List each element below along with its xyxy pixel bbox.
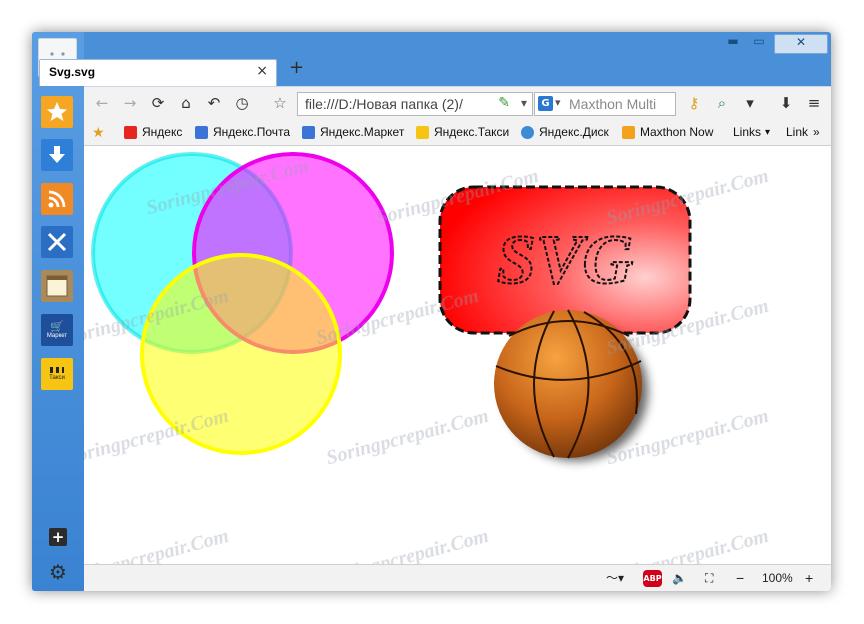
bookmark-maxthon-now[interactable]: Maxthon Now — [622, 124, 713, 140]
maxthon-now-icon — [622, 125, 635, 139]
status-bar: 〜▾ ABP 🔈 ⛶ − 100% + — [84, 564, 831, 591]
bookmark-label: Яндекс.Почта — [213, 125, 291, 139]
minimize-button[interactable]: ▬ — [722, 34, 744, 52]
reload-icon[interactable]: ⟳ — [148, 93, 168, 113]
favorites-button[interactable] — [41, 96, 73, 128]
url-dropdown-icon[interactable]: ▾ — [521, 96, 527, 110]
activity-monitor-icon[interactable]: 〜▾ — [606, 570, 624, 586]
bookmarks-overflow-icon[interactable]: » — [813, 124, 820, 140]
notes-button[interactable] — [41, 270, 73, 302]
bookmark-label: Яндекс.Маркет — [320, 125, 405, 139]
bookmark-label: Maxthon Now — [640, 125, 714, 139]
volume-icon[interactable]: 🔈 — [672, 570, 687, 586]
key-icon[interactable]: ⚷ — [684, 93, 704, 113]
svg-label-text: SVG — [497, 222, 633, 299]
search-engine-dropdown-icon[interactable]: ▾ — [555, 96, 561, 109]
address-bar[interactable]: file:///D:/Новая папка (2)/ ✎ ▾ — [297, 92, 533, 116]
tools-icon — [47, 232, 67, 252]
download-icon[interactable]: ⬇ — [776, 93, 796, 113]
zoom-out-button[interactable]: − — [736, 570, 744, 586]
url-text: file:///D:/Новая папка (2)/ — [305, 96, 463, 112]
adblock-icon[interactable]: ABP — [643, 570, 662, 587]
tab-close-icon[interactable]: × — [256, 63, 268, 79]
new-tab-button[interactable]: + — [289, 57, 304, 78]
add-sidebar-item-button[interactable]: + — [49, 528, 67, 546]
menu-icon[interactable]: ≡ — [804, 93, 824, 113]
bookmark-yandex-mail[interactable]: Яндекс.Почта — [195, 124, 290, 140]
svg-document: SVG — [91, 152, 692, 461]
bookmark-link[interactable]: Link — [786, 124, 808, 140]
taxi-checker-icon — [50, 367, 64, 373]
browser-window: 🛒 Маркет Такси + ⚙ ▬ ▭ ✕ Svg.svg × + ← →… — [32, 32, 831, 591]
search-engine-icon[interactable]: G — [538, 96, 553, 111]
bookmark-star-icon[interactable]: ☆ — [270, 93, 290, 113]
disk-icon — [521, 125, 534, 139]
bookmark-yandex[interactable]: Яндекс — [124, 124, 182, 140]
mail-icon — [195, 125, 208, 139]
bookmark-label: Яндекс — [142, 125, 183, 139]
note-icon — [46, 275, 68, 297]
zoom-level[interactable]: 100% — [762, 570, 793, 586]
undo-close-icon[interactable]: ↶ — [204, 93, 224, 113]
bookmark-label: Links — [733, 125, 762, 139]
taxi-button[interactable]: Такси — [41, 358, 73, 390]
search-input[interactable]: G ▾ Maxthon Multi — [534, 92, 676, 116]
market-icon — [302, 125, 315, 139]
rss-icon — [48, 190, 66, 208]
history-icon[interactable]: ◷ — [232, 93, 252, 113]
yellow-circle — [140, 253, 342, 455]
page-content: SVG Soringpcrepair.Com Soringpcrepair.Co… — [84, 146, 831, 564]
taxi-label: Такси — [49, 375, 65, 381]
zoom-in-button[interactable]: + — [805, 570, 813, 586]
bookmark-yandex-disk[interactable]: Яндекс.Диск — [521, 124, 609, 140]
navigation-bar: ← → ⟳ ⌂ ↶ ◷ ☆ file:///D:/Новая папка (2)… — [84, 86, 831, 119]
settings-gear-icon[interactable]: ⚙ — [47, 561, 69, 583]
downloads-button[interactable] — [41, 139, 73, 171]
extensions-dropdown-icon[interactable]: ▾ — [740, 93, 760, 113]
magnifier-icon[interactable]: ⌕ — [712, 93, 732, 113]
bookmarks-bar: ★ Яндекс Яндекс.Почта Яндекс.Маркет Янде… — [84, 119, 831, 146]
tab-svg[interactable]: Svg.svg × — [39, 59, 277, 86]
bookmark-label: Яндекс.Такси — [434, 125, 510, 139]
rss-button[interactable] — [41, 183, 73, 215]
sidebar: 🛒 Маркет Такси + ⚙ — [32, 32, 84, 591]
tab-title: Svg.svg — [49, 65, 96, 79]
back-icon[interactable]: ← — [92, 93, 112, 113]
download-arrow-icon — [49, 146, 65, 163]
close-window-button[interactable]: ✕ — [774, 34, 828, 54]
leaf-icon[interactable]: ✎ — [498, 95, 510, 111]
bookmark-label: Яндекс.Диск — [539, 125, 609, 139]
market-button[interactable]: 🛒 Маркет — [41, 314, 73, 346]
bookmark-yandex-taxi[interactable]: Яндекс.Такси — [416, 124, 509, 140]
chevron-down-icon: ▾ — [765, 126, 771, 138]
bookmark-yandex-market[interactable]: Яндекс.Маркет — [302, 124, 404, 140]
cart-icon: 🛒 — [50, 320, 64, 333]
bookmark-links-folder[interactable]: Links ▾ — [733, 124, 770, 140]
maximize-button[interactable]: ▭ — [748, 34, 770, 52]
home-icon[interactable]: ⌂ — [176, 93, 196, 113]
bookmark-label: Link — [786, 125, 809, 139]
market-label: Маркет — [46, 333, 68, 339]
star-icon — [47, 102, 67, 121]
fullscreen-icon[interactable]: ⛶ — [705, 570, 713, 586]
yandex-icon — [124, 125, 137, 139]
favorites-star-icon[interactable]: ★ — [92, 124, 105, 140]
basketball-icon — [494, 309, 642, 459]
tools-button[interactable] — [41, 226, 73, 258]
taxi-icon — [416, 125, 429, 139]
forward-icon[interactable]: → — [120, 93, 140, 113]
search-placeholder: Maxthon Multi — [569, 96, 657, 112]
title-bar — [84, 32, 831, 62]
